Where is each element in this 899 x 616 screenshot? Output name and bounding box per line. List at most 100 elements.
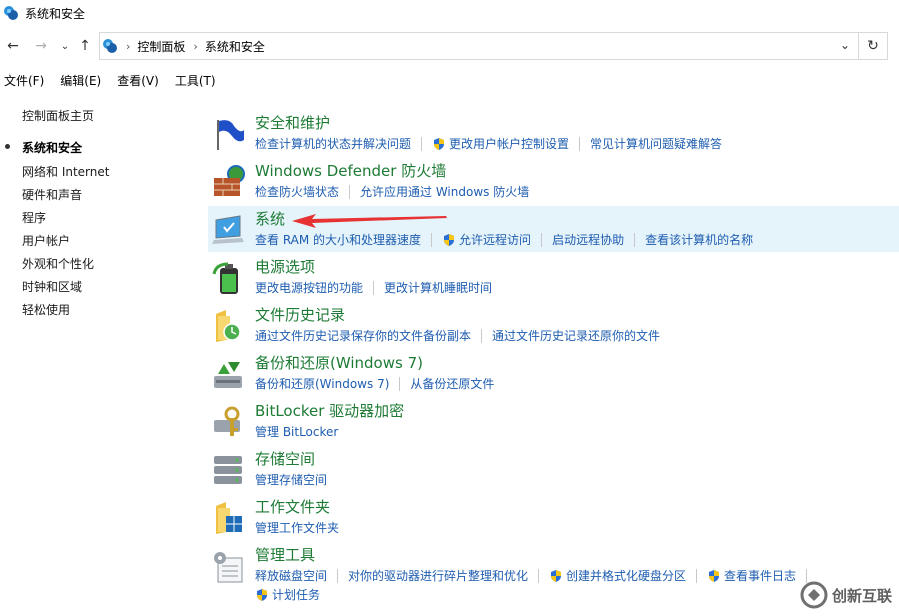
menu-file[interactable]: 文件(F) [4, 72, 44, 89]
category-backup-restore: 备份和还原(Windows 7) 备份和还原(Windows 7) 从备份还原文… [208, 350, 899, 396]
category-links: 释放磁盘空间 对你的驱动器进行碎片整理和优化 创建并格式化硬盘分区 查看事件日志 [255, 567, 817, 584]
sidebar-item-ease-of-access[interactable]: 轻松使用 [22, 301, 70, 318]
category-admin-tools: 管理工具 释放磁盘空间 对你的驱动器进行碎片整理和优化 创建并格式化硬盘分区 查… [208, 542, 899, 604]
sidebar-item-network[interactable]: 网络和 Internet [22, 163, 109, 180]
sidebar-item-appearance[interactable]: 外观和个性化 [22, 255, 94, 272]
category-title[interactable]: BitLocker 驱动器加密 [255, 400, 404, 421]
link-restore-files[interactable]: 通过文件历史记录还原你的文件 [492, 327, 660, 344]
control-panel-icon [103, 39, 117, 53]
uac-shield-icon [551, 569, 562, 582]
link-disk-cleanup[interactable]: 释放磁盘空间 [255, 567, 327, 584]
storage-icon [214, 456, 242, 484]
link-troubleshoot[interactable]: 常见计算机问题疑难解答 [590, 135, 722, 152]
window-title: 系统和安全 [25, 6, 86, 21]
link-divider [373, 280, 375, 295]
category-work-folders: 工作文件夹 管理工作文件夹 [208, 494, 899, 540]
category-title[interactable]: 安全和维护 [255, 112, 330, 133]
link-firewall-status[interactable]: 检查防火墙状态 [255, 183, 339, 200]
category-file-history: 文件历史记录 通过文件历史记录保存你的文件备份副本 通过文件历史记录还原你的文件 [208, 302, 899, 348]
category-links: 检查防火墙状态 允许应用通过 Windows 防火墙 [255, 183, 529, 200]
link-backup-restore[interactable]: 备份和还原(Windows 7) [255, 375, 389, 392]
chevron-right-icon[interactable]: › [126, 40, 130, 53]
link-divider [481, 328, 483, 343]
category-security-maintenance: 安全和维护 检查计算机的状态并解决问题 更改用户帐户控制设置 常见计算机问题疑难… [208, 110, 899, 156]
link-view-ram[interactable]: 查看 RAM 的大小和处理器速度 [255, 231, 421, 248]
watermark-logo-icon [800, 581, 828, 609]
category-title[interactable]: 管理工具 [255, 544, 315, 565]
admin-tools-icon [214, 552, 243, 583]
link-remote-assistance[interactable]: 启动远程协助 [552, 231, 624, 248]
link-divider [634, 232, 636, 247]
link-uac-settings[interactable]: 更改用户帐户控制设置 [432, 135, 569, 152]
address-dropdown-icon[interactable]: ⌄ [840, 38, 850, 52]
sidebar-item-clock-region[interactable]: 时钟和区域 [22, 278, 82, 295]
link-backup-copy[interactable]: 通过文件历史记录保存你的文件备份副本 [255, 327, 471, 344]
menu-view[interactable]: 查看(V) [117, 72, 159, 89]
watermark-text: 创新互联 [832, 586, 893, 605]
recent-locations-chevron-icon[interactable]: ⌄ [56, 36, 74, 56]
category-title[interactable]: 电源选项 [255, 256, 315, 277]
sidebar-item-user-accounts[interactable]: 用户帐户 [22, 232, 70, 249]
uac-shield-icon [709, 569, 720, 582]
category-links: 管理存储空间 [255, 471, 327, 488]
link-label: 计划任务 [272, 588, 321, 602]
link-divider [421, 136, 423, 151]
category-title[interactable]: 存储空间 [255, 448, 315, 469]
link-label: 查看事件日志 [724, 569, 797, 583]
link-sleep-time[interactable]: 更改计算机睡眠时间 [384, 279, 492, 296]
sidebar-item-control-panel-home[interactable]: 控制面板主页 [22, 107, 94, 124]
link-label: 允许远程访问 [459, 233, 532, 247]
link-remote-access[interactable]: 允许远程访问 [442, 231, 531, 248]
category-bitlocker: BitLocker 驱动器加密 管理 BitLocker [208, 398, 899, 444]
category-title[interactable]: 文件历史记录 [255, 304, 345, 325]
computer-icon [212, 215, 244, 244]
link-divider [399, 376, 401, 391]
category-title[interactable]: 备份和还原(Windows 7) [255, 352, 423, 373]
link-restore-from-backup[interactable]: 从备份还原文件 [410, 375, 494, 392]
link-task-scheduler[interactable]: 计划任务 [255, 586, 320, 603]
up-arrow-icon[interactable]: ↑ [76, 36, 94, 56]
link-divider [431, 232, 433, 247]
uac-shield-icon [444, 233, 455, 246]
link-computer-name[interactable]: 查看该计算机的名称 [645, 231, 753, 248]
link-manage-bitlocker[interactable]: 管理 BitLocker [255, 423, 338, 440]
link-defragment[interactable]: 对你的驱动器进行碎片整理和优化 [348, 567, 528, 584]
category-power: 电源选项 更改电源按钮的功能 更改计算机睡眠时间 [208, 254, 899, 300]
back-arrow-icon[interactable]: ← [4, 36, 22, 56]
link-divider [538, 568, 540, 583]
sidebar-item-programs[interactable]: 程序 [22, 209, 46, 226]
link-manage-work-folders[interactable]: 管理工作文件夹 [255, 519, 339, 536]
breadcrumb-system-security[interactable]: 系统和安全 [205, 38, 265, 55]
link-power-button[interactable]: 更改电源按钮的功能 [255, 279, 363, 296]
refresh-icon[interactable]: ↻ [858, 32, 888, 60]
breadcrumb-control-panel[interactable]: 控制面板 [137, 38, 185, 55]
sidebar-item-system-security[interactable]: 系统和安全 [22, 139, 82, 156]
link-allow-app[interactable]: 允许应用通过 Windows 防火墙 [360, 183, 529, 200]
link-manage-storage[interactable]: 管理存储空间 [255, 471, 327, 488]
uac-shield-icon [434, 137, 445, 150]
category-title[interactable]: 系统 [255, 208, 285, 229]
chevron-right-icon[interactable]: › [193, 40, 197, 53]
uac-shield-icon [257, 588, 267, 601]
menu-bar: 文件(F) 编辑(E) 查看(V) 工具(T) [0, 70, 228, 90]
menu-edit[interactable]: 编辑(E) [60, 72, 101, 89]
forward-arrow-icon[interactable]: → [32, 36, 50, 56]
sidebar-item-hardware[interactable]: 硬件和声音 [22, 186, 82, 203]
category-links: 查看 RAM 的大小和处理器速度 允许远程访问 启动远程协助 查看该计算机的名称 [255, 231, 753, 248]
link-check-status[interactable]: 检查计算机的状态并解决问题 [255, 135, 411, 152]
link-event-log[interactable]: 查看事件日志 [707, 567, 796, 584]
watermark-logo: 创新互联 [800, 578, 898, 612]
category-links: 管理工作文件夹 [255, 519, 339, 536]
work-folder-icon [216, 502, 242, 534]
menu-tools[interactable]: 工具(T) [175, 72, 216, 89]
category-storage-spaces: 存储空间 管理存储空间 [208, 446, 899, 492]
category-links: 更改电源按钮的功能 更改计算机睡眠时间 [255, 279, 492, 296]
category-title[interactable]: 工作文件夹 [255, 496, 330, 517]
address-bar[interactable]: › 控制面板 › 系统和安全 ⌄ [99, 32, 859, 60]
link-create-partition[interactable]: 创建并格式化硬盘分区 [549, 567, 686, 584]
link-divider [337, 568, 339, 583]
title-bar: 系统和安全 [0, 0, 899, 26]
category-title[interactable]: Windows Defender 防火墙 [255, 160, 446, 181]
link-label: 更改用户帐户控制设置 [449, 137, 570, 151]
category-system[interactable]: 系统 查看 RAM 的大小和处理器速度 允许远程访问 启动远程协助 查看该计算机… [208, 206, 899, 252]
